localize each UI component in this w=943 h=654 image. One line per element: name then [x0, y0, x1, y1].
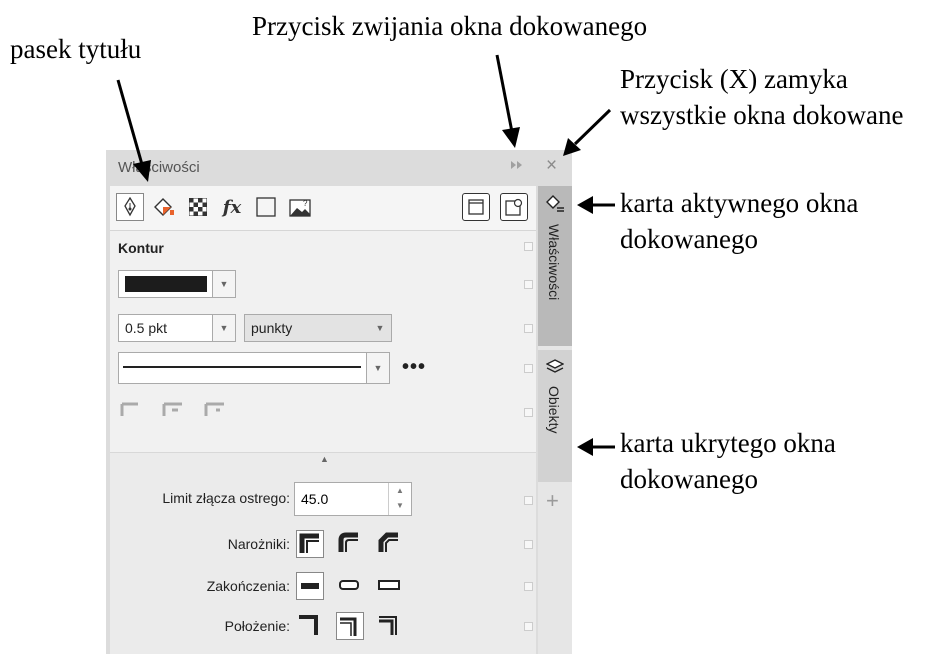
- apply-checkbox[interactable]: [524, 540, 533, 549]
- line-style-preview: [123, 366, 361, 368]
- annotation-title-bar: pasek tytułu: [10, 34, 142, 64]
- width-unit-select[interactable]: punkty ▼: [244, 314, 392, 342]
- tab-properties-label: Właściwości: [546, 224, 562, 301]
- arrowhead-hidden-tab: [577, 438, 593, 456]
- checker-transparency-icon: [189, 198, 207, 216]
- line-style-more-button[interactable]: •••: [402, 356, 426, 379]
- corner-miter-button[interactable]: [296, 530, 324, 558]
- annotation-hidden-tab-2: dokowanego: [620, 464, 758, 494]
- properties-panel: fx ? Kontur ▼ 0.5 pkt ▼ punkty ▼ ▼ ••• ▲…: [110, 186, 536, 654]
- docker-frame-button[interactable]: [462, 193, 490, 221]
- chevron-down-icon[interactable]: ▼: [212, 315, 235, 341]
- corner-round-button[interactable]: [336, 530, 364, 558]
- cap-round-button[interactable]: [336, 572, 364, 600]
- close-all-dockers-button[interactable]: ×: [546, 155, 557, 177]
- properties-tab-icon: [546, 195, 564, 212]
- center-position-icon: [340, 617, 357, 636]
- cap-square-button[interactable]: [376, 572, 404, 600]
- position-inside-button[interactable]: [376, 612, 404, 640]
- annotation-close-button: Przycisk (X) zamyka: [620, 64, 848, 94]
- miter-limit-label: Limit złącza ostrego:: [162, 490, 290, 506]
- image-icon: ?: [289, 199, 311, 217]
- docker-tab-strip: Właściwości Obiekty +: [538, 186, 572, 654]
- fx-effects-icon: fx: [222, 196, 242, 218]
- square-cap-icon: [378, 580, 400, 590]
- snap-frame-icon: [468, 199, 484, 215]
- butt-cap-icon: [301, 583, 319, 589]
- transparency-tab-button[interactable]: [184, 193, 212, 221]
- docker-settings-button[interactable]: [500, 193, 528, 221]
- svg-text:?: ?: [303, 199, 308, 208]
- collapse-docker-button[interactable]: [510, 158, 524, 174]
- add-docker-button[interactable]: +: [546, 488, 559, 514]
- tab-objects[interactable]: Obiekty: [538, 350, 572, 482]
- arrow-close-button: [573, 108, 612, 146]
- apply-checkbox[interactable]: [524, 280, 533, 289]
- apply-checkbox[interactable]: [524, 324, 533, 333]
- settings-frame-icon: [505, 198, 523, 216]
- annotation-collapse-button: Przycisk zwijania okna dokowanego: [252, 11, 648, 41]
- round-cap-icon: [339, 580, 359, 590]
- line-end-icons[interactable]: [120, 400, 240, 420]
- line-caps-label: Zakończenia:: [206, 578, 290, 594]
- apply-checkbox[interactable]: [524, 622, 533, 631]
- apply-checkbox[interactable]: [524, 364, 533, 373]
- apply-checkbox[interactable]: [524, 408, 533, 417]
- arrowhead-collapse-button: [502, 127, 520, 148]
- round-corner-icon: [338, 532, 358, 552]
- corner-bevel-button[interactable]: [376, 530, 404, 558]
- effects-tab-button[interactable]: fx: [218, 193, 246, 221]
- chevron-down-icon[interactable]: ▼: [369, 315, 391, 341]
- miter-limit-value: 45.0: [301, 491, 329, 507]
- apply-checkbox[interactable]: [524, 582, 533, 591]
- frame-tab-button[interactable]: [252, 193, 280, 221]
- image-tab-button[interactable]: ?: [286, 193, 314, 221]
- tab-properties[interactable]: Właściwości: [538, 186, 572, 346]
- arrowhead-active-tab: [577, 196, 593, 214]
- docker-title: Właściwości: [118, 159, 200, 176]
- outline-width-combo[interactable]: 0.5 pkt ▼: [118, 314, 236, 342]
- position-center-button[interactable]: [336, 612, 364, 640]
- double-chevron-right-icon: [511, 161, 522, 169]
- docker-window: Właściwości × fx ? Kontur ▼ 0.5 pkt ▼ pu…: [106, 150, 572, 654]
- arrow-collapse-button: [495, 54, 514, 133]
- chevron-down-icon[interactable]: ▼: [366, 353, 389, 383]
- inside-position-icon: [379, 616, 397, 635]
- collapse-section-arrow[interactable]: ▲: [320, 454, 329, 464]
- apply-checkbox[interactable]: [524, 496, 533, 505]
- position-outside-button[interactable]: [296, 612, 324, 640]
- annotation-close-button-2: wszystkie okna dokowane: [620, 100, 904, 130]
- fill-bucket-icon: [154, 198, 174, 216]
- frame-icon: [256, 197, 276, 217]
- pen-nib-icon: [124, 197, 136, 217]
- fill-tab-button[interactable]: [150, 193, 178, 221]
- outline-width-value: 0.5 pkt: [125, 320, 168, 336]
- miter-corner-icon: [299, 533, 319, 553]
- outline-color-swatch: [125, 276, 207, 292]
- width-unit-value: punkty: [251, 320, 293, 336]
- annotation-hidden-tab: karta ukrytego okna: [620, 428, 836, 458]
- layers-icon: [546, 359, 564, 373]
- title-bar[interactable]: Właściwości ×: [106, 150, 572, 186]
- tab-objects-label: Obiekty: [546, 386, 562, 434]
- annotation-active-tab: karta aktywnego okna: [620, 188, 859, 218]
- corners-label: Narożniki:: [227, 536, 290, 552]
- line-ends-row: [120, 400, 240, 420]
- outline-tab-button[interactable]: [116, 193, 144, 221]
- annotation-active-tab-2: dokowanego: [620, 224, 758, 254]
- cap-butt-button[interactable]: [296, 572, 324, 600]
- spin-arrows-icon[interactable]: ▲ ▼: [388, 483, 411, 515]
- chevron-down-icon[interactable]: ▼: [212, 271, 235, 297]
- bevel-corner-icon: [378, 532, 398, 552]
- section-title-outline: Kontur: [118, 240, 164, 256]
- outside-position-icon: [299, 615, 318, 635]
- properties-toolbar: fx ?: [110, 186, 536, 231]
- line-style-select[interactable]: ▼: [118, 352, 390, 384]
- apply-checkbox[interactable]: [524, 242, 533, 251]
- outline-color-picker[interactable]: ▼: [118, 270, 236, 298]
- position-label: Położenie:: [224, 618, 290, 634]
- miter-limit-input[interactable]: 45.0 ▲ ▼: [294, 482, 412, 516]
